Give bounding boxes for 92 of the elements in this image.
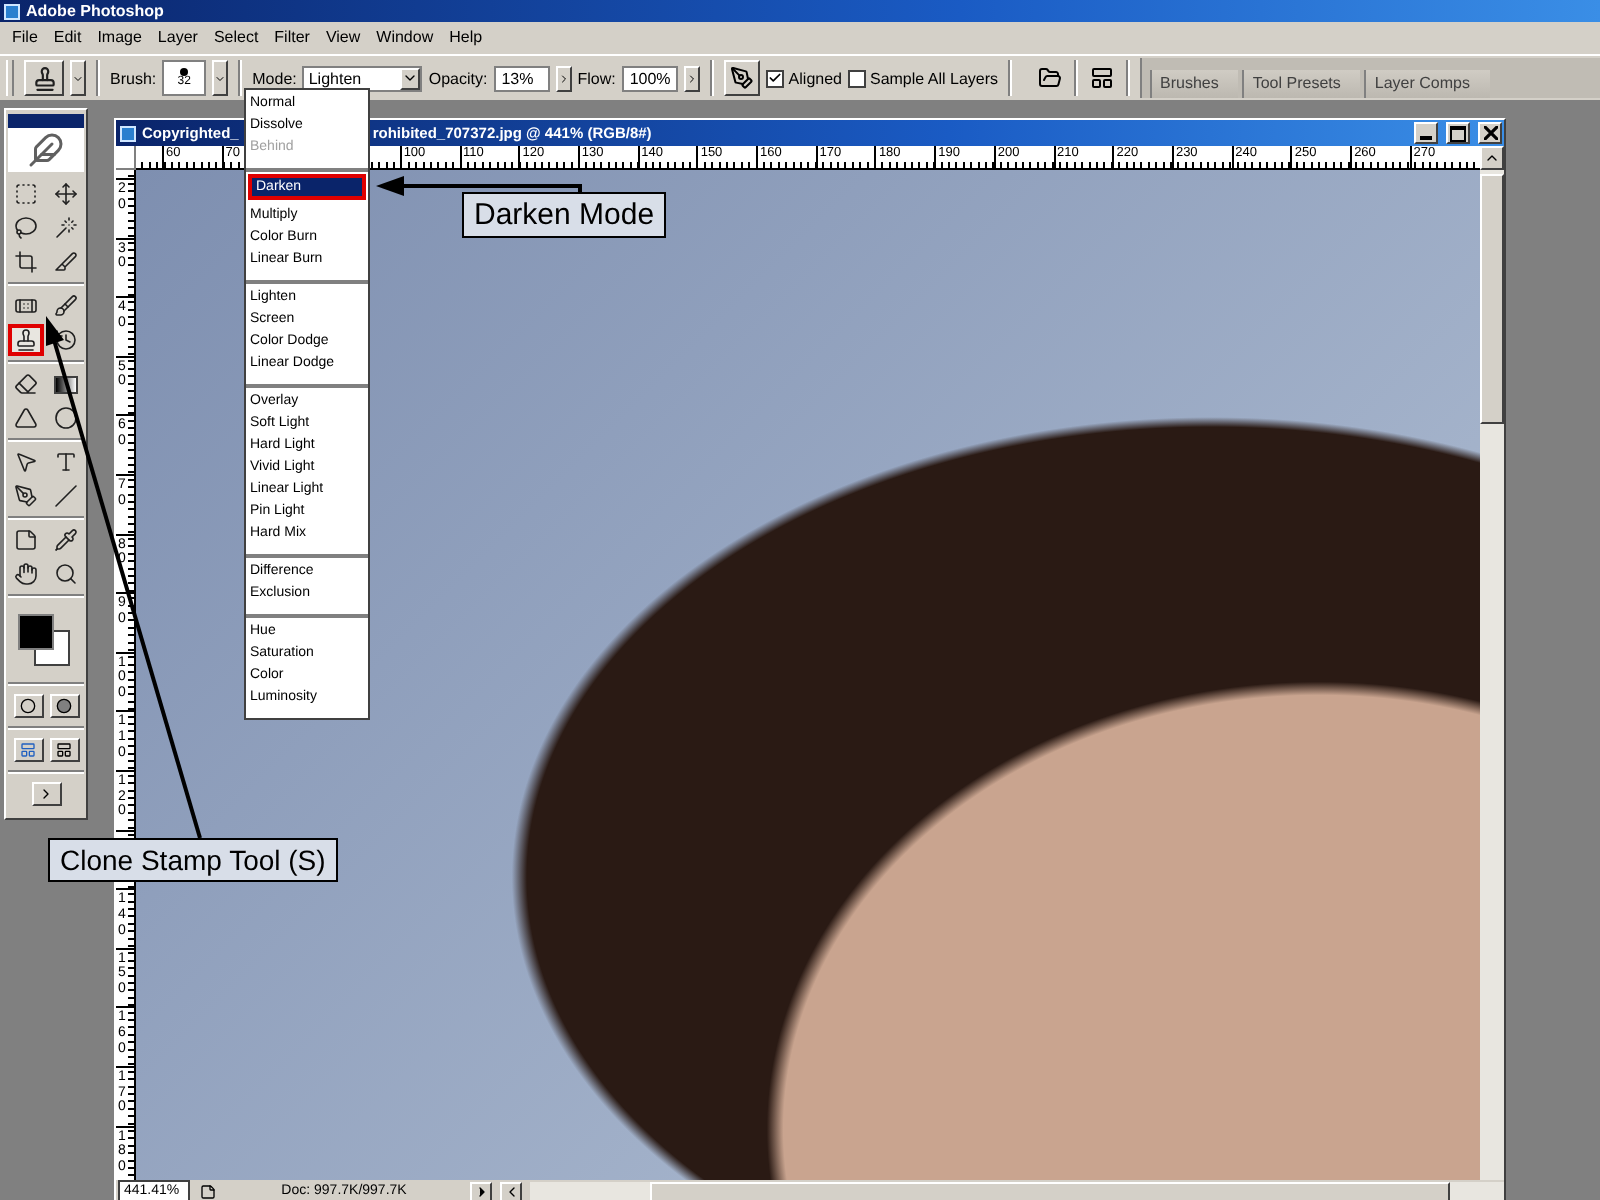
opacity-slider-button[interactable] (555, 65, 572, 91)
pointer-arrow-icon (14, 450, 38, 474)
pipette-icon (54, 528, 78, 552)
eraser-icon (14, 372, 38, 396)
menu-item[interactable]: Window (368, 22, 442, 54)
screen-mode-button[interactable] (13, 738, 43, 762)
palette-tab[interactable]: Brushes (1150, 70, 1239, 98)
lasso-icon (14, 216, 38, 240)
checkbox-option[interactable]: Aligned (766, 69, 842, 87)
bandage-icon (14, 294, 38, 318)
move-arrows-icon (54, 182, 78, 206)
callout-label: Clone Stamp Tool (S) (48, 838, 338, 882)
menu-item[interactable]: Layer (149, 22, 206, 54)
menu-item[interactable]: Help (441, 22, 491, 54)
caret-icon (400, 67, 421, 89)
knife-icon (54, 250, 78, 274)
flow-field[interactable]: 100% (621, 65, 679, 91)
dashed-square-icon (14, 182, 38, 206)
maximize-icon (1450, 125, 1466, 141)
menu-item[interactable]: Image (89, 22, 150, 54)
brush-label: Brush: (110, 69, 157, 87)
pen-nib-icon (14, 484, 38, 508)
scroll-thumb[interactable] (650, 1181, 1450, 1200)
scroll-thumb[interactable] (1480, 174, 1504, 424)
menu-item[interactable]: View (317, 22, 369, 54)
scroll-up-button[interactable] (1480, 146, 1504, 170)
menu-item[interactable]: Edit (45, 22, 90, 54)
history-icon (54, 328, 78, 352)
toolbox-header (8, 114, 84, 128)
window-layout-icon (20, 742, 36, 758)
triangle-icon (14, 406, 38, 430)
palette-icon[interactable] (1088, 64, 1116, 92)
mode-value: Lighten (308, 69, 362, 87)
status-menu-button[interactable] (470, 1181, 492, 1200)
checkmark-icon (768, 70, 783, 86)
minimize-button[interactable] (1414, 122, 1438, 144)
checkbox-label: Aligned (788, 69, 842, 87)
stamp-icon (14, 328, 38, 352)
caret-icon (72, 71, 84, 85)
close-button[interactable] (1478, 122, 1502, 144)
palette-tab[interactable]: Layer Comps (1364, 70, 1490, 98)
window-title: Adobe Photoshop (26, 0, 164, 22)
menu-item[interactable]: File (4, 22, 46, 54)
caret-icon (214, 71, 227, 85)
document-icon (120, 125, 136, 141)
tool-button[interactable] (8, 324, 44, 356)
opacity-field[interactable]: 13% (493, 65, 550, 91)
circle-icon (20, 698, 36, 714)
callout-label: Darken Mode (462, 192, 667, 238)
note-icon (14, 528, 38, 552)
menu-item[interactable]: Filter (266, 22, 318, 54)
checkbox[interactable] (847, 69, 866, 87)
caret-icon (686, 71, 699, 85)
checkbox[interactable] (766, 69, 785, 87)
screen-mode-button[interactable] (49, 738, 79, 762)
tool-preset-button[interactable] (24, 60, 64, 96)
crop-icon (14, 250, 38, 274)
scroll-left-button[interactable] (500, 1181, 522, 1200)
app-icon (4, 3, 20, 19)
menu-item[interactable]: Select (205, 22, 267, 54)
window-layout-icon (56, 742, 72, 758)
type-icon (54, 450, 78, 474)
mode-select[interactable]: Lighten (302, 65, 423, 91)
filled-circle-icon (56, 698, 72, 714)
circle-icon (54, 406, 78, 430)
flow-slider-button[interactable] (684, 65, 701, 91)
standard-mode-button[interactable] (13, 694, 43, 718)
file-browser-icon[interactable] (1036, 64, 1064, 92)
flow-label: Flow: (577, 69, 616, 87)
stamp-icon (31, 65, 57, 91)
search-icon (54, 562, 78, 586)
brush-icon (54, 294, 78, 318)
jump-to-app-button[interactable] (31, 782, 61, 806)
caret-icon (1484, 150, 1500, 166)
color-swatches-icon (18, 614, 70, 666)
mode-label: Mode: (252, 69, 297, 87)
magic-wand-icon (54, 216, 78, 240)
maximize-button[interactable] (1446, 122, 1470, 144)
caret-icon (557, 71, 570, 85)
line-icon (54, 484, 78, 508)
feather-icon (28, 132, 64, 168)
brush-tip-icon (180, 67, 189, 75)
preset-dropdown-button[interactable] (70, 60, 86, 96)
minimize-icon (1420, 136, 1432, 140)
hand-icon (14, 562, 38, 586)
opacity-label: Opacity: (428, 69, 488, 87)
brush-dropdown-button[interactable] (212, 60, 229, 96)
quick-mask-button[interactable] (49, 694, 79, 718)
palette-tab[interactable]: Tool Presets (1242, 70, 1361, 98)
airbrush-button[interactable] (724, 60, 761, 96)
page-icon (198, 1181, 218, 1200)
close-icon (1483, 126, 1497, 140)
